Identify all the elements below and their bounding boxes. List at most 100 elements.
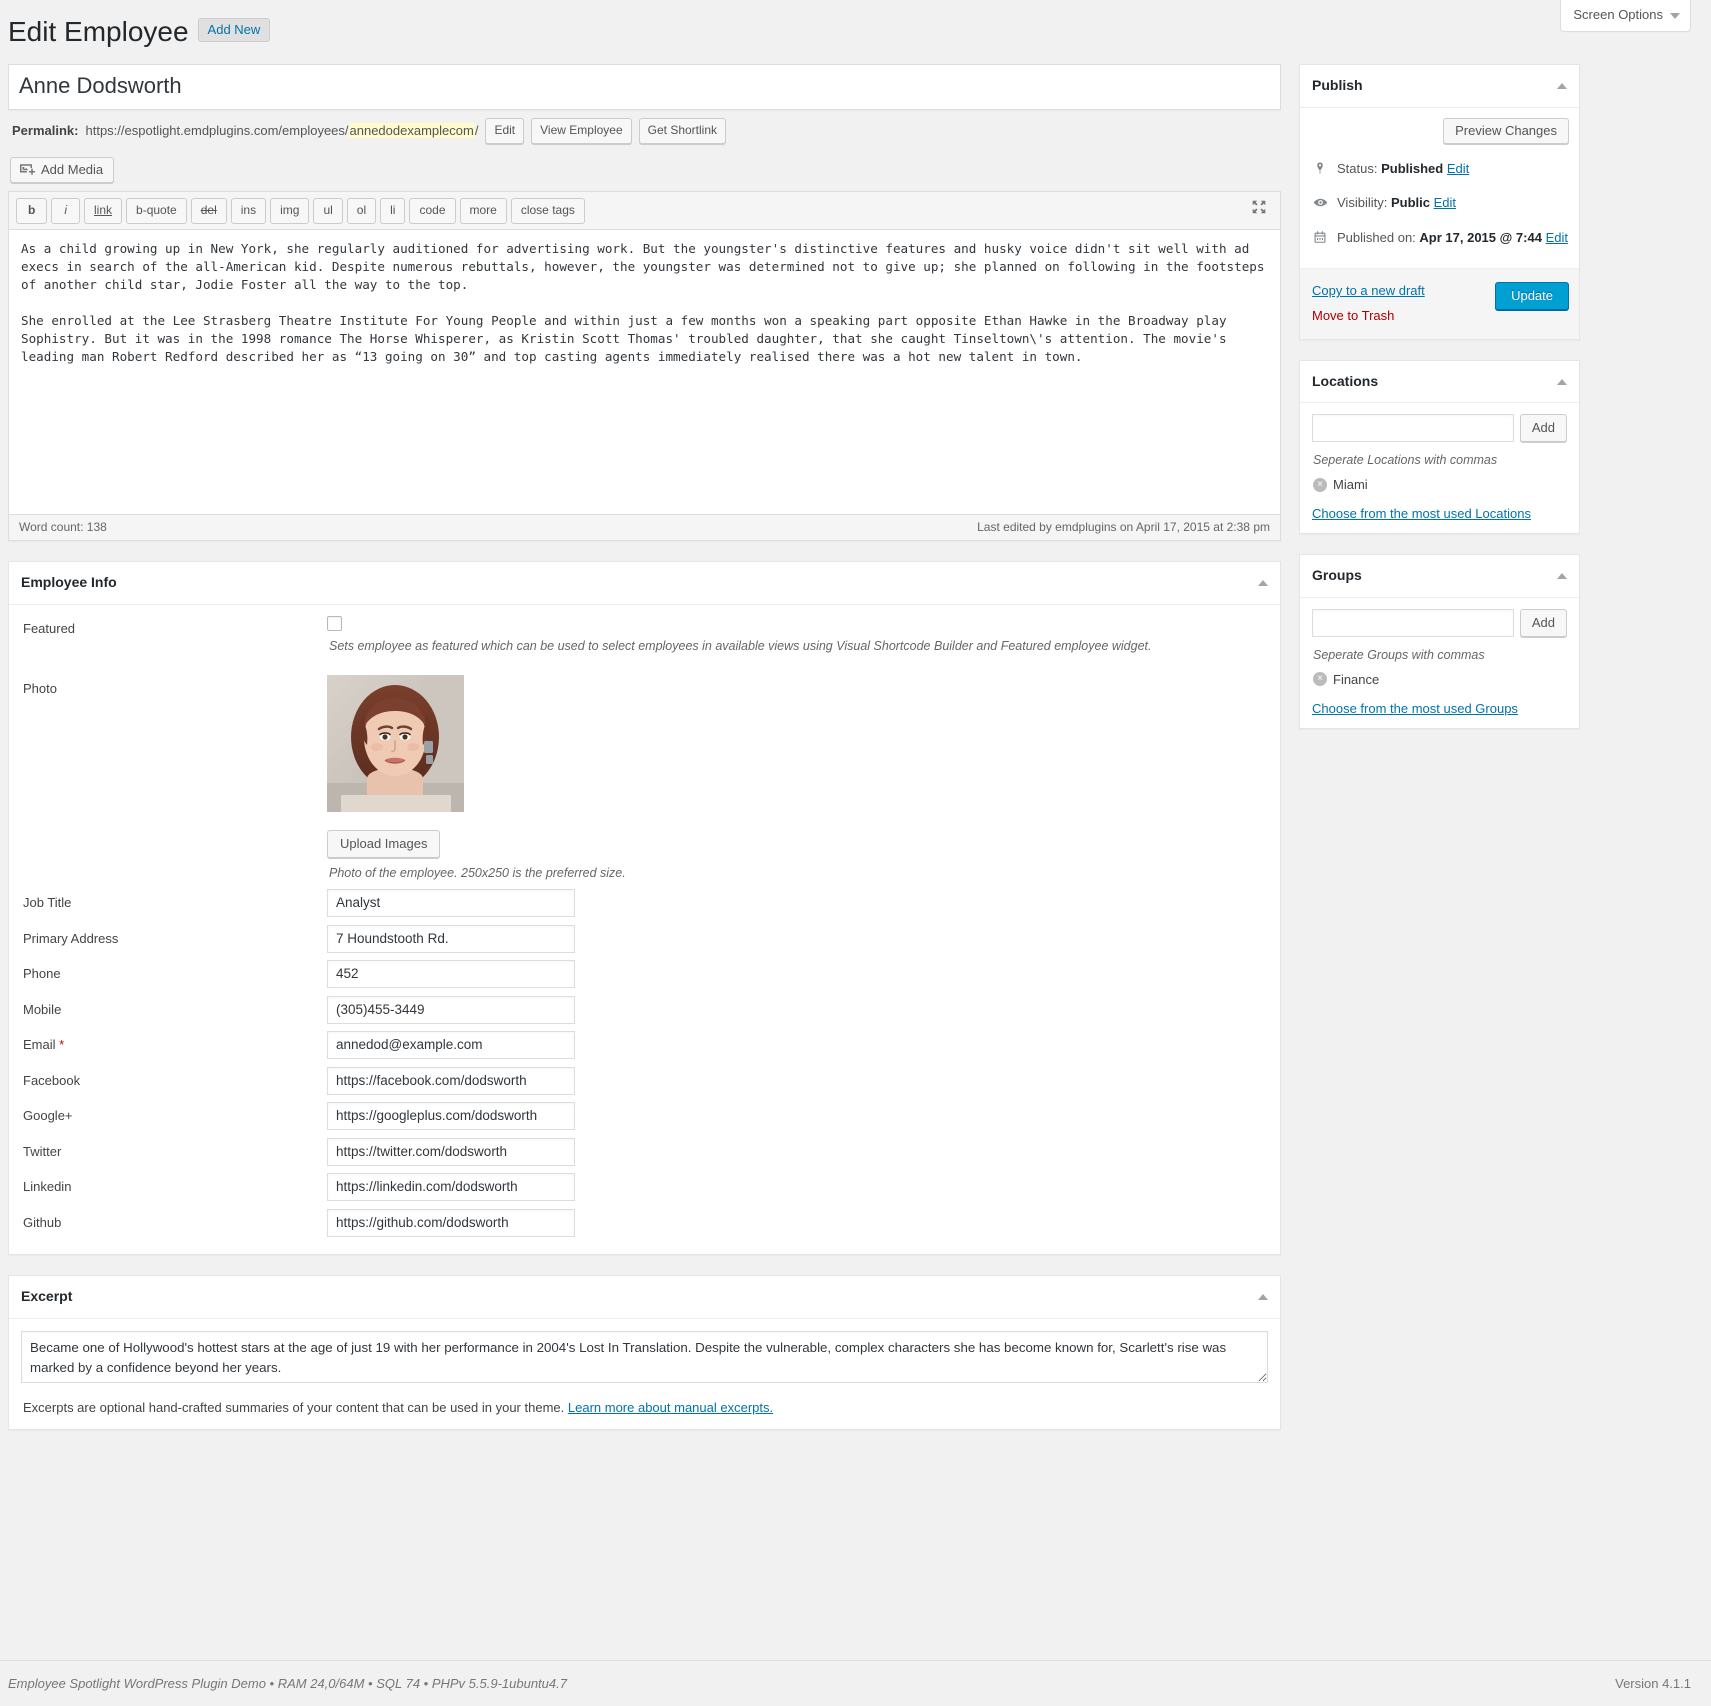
locations-choose-link[interactable]: Choose from the most used Locations <box>1312 504 1531 521</box>
quicktag-ol[interactable]: ol <box>346 198 377 225</box>
employee-info-title: Employee Info <box>21 574 117 591</box>
required-marker: * <box>59 1037 65 1053</box>
photo-label: Photo <box>23 681 57 697</box>
email-field <box>327 1025 1280 1060</box>
groups-input-row: Add <box>1312 608 1567 637</box>
quicktag-del[interactable]: del <box>190 198 227 225</box>
toggle-panel-icon[interactable] <box>1258 579 1268 586</box>
facebook-input[interactable] <box>327 1066 575 1095</box>
permalink-row: Permalink: https://espotlight.emdplugins… <box>8 110 1281 148</box>
job-title-input[interactable] <box>327 889 575 918</box>
permalink-trailing-slash: / <box>474 123 479 139</box>
groups-box: Groups Add Seperate Groups with commas ×… <box>1299 554 1580 729</box>
remove-location-icon[interactable]: × <box>1313 477 1327 492</box>
excerpt-textarea[interactable] <box>21 1330 1268 1383</box>
email-input[interactable] <box>327 1031 575 1060</box>
phone-input[interactable] <box>327 960 575 989</box>
github-label: Github <box>23 1214 62 1230</box>
facebook-field <box>327 1061 1280 1095</box>
google-plus-input[interactable] <box>327 1102 575 1131</box>
locations-input-row: Add <box>1312 414 1567 443</box>
linkedin-input[interactable] <box>327 1173 575 1202</box>
status-value: Published <box>1381 160 1444 176</box>
view-employee-button[interactable]: View Employee <box>531 118 632 145</box>
mobile-input[interactable] <box>327 995 575 1024</box>
editor-content[interactable]: As a child growing up in New York, she r… <box>9 230 1280 514</box>
quicktag-code[interactable]: code <box>409 198 456 225</box>
quicktag-i[interactable]: i <box>51 198 81 225</box>
permalink-slug: annedodexamplecom <box>348 123 475 139</box>
groups-choose-link[interactable]: Choose from the most used Groups <box>1312 699 1518 716</box>
page-header: Edit Employee Add New <box>0 0 1711 64</box>
excerpt-header: Excerpt <box>9 1276 1280 1319</box>
groups-input[interactable] <box>1312 608 1514 637</box>
phone-label: Phone <box>23 966 61 982</box>
toggle-panel-icon[interactable] <box>1258 1294 1268 1301</box>
quicktag-ins[interactable]: ins <box>230 198 267 225</box>
locations-box: Locations Add Seperate Locations with co… <box>1299 359 1580 535</box>
published-value: Apr 17, 2015 @ 7:44 <box>1419 229 1542 245</box>
add-media-icon <box>20 162 35 177</box>
location-chip-label: Miami <box>1333 477 1368 493</box>
quicktag-close-tags[interactable]: close tags <box>510 198 585 225</box>
mobile-field <box>327 990 1280 1024</box>
copy-to-draft-link[interactable]: Copy to a new draft <box>1312 283 1425 298</box>
add-new-button[interactable]: Add New <box>197 18 271 43</box>
locations-add-button[interactable]: Add <box>1519 414 1567 443</box>
editor-paragraph: She enrolled at the Lee Strasberg Theatr… <box>21 313 1235 365</box>
employee-info-form: Featured Sets employee as featured which… <box>9 605 1280 1255</box>
quicktag-link[interactable]: link <box>84 198 123 225</box>
publish-header: Publish <box>1300 65 1579 108</box>
visibility-prefix: Visibility: <box>1337 194 1388 210</box>
toggle-panel-icon[interactable] <box>1557 378 1567 385</box>
quicktag-li[interactable]: li <box>380 198 406 225</box>
visibility-edit-link[interactable]: Edit <box>1434 195 1456 210</box>
get-shortlink-button[interactable]: Get Shortlink <box>638 118 727 145</box>
move-to-trash-link[interactable]: Move to Trash <box>1312 308 1394 323</box>
featured-checkbox[interactable] <box>327 615 342 631</box>
photo-description: Photo of the employee. 250x250 is the pr… <box>329 866 626 881</box>
quicktag-more[interactable]: more <box>459 198 507 225</box>
groups-header: Groups <box>1300 555 1579 598</box>
quicktag-b[interactable]: b <box>16 198 48 225</box>
status-text: Status: Published Edit <box>1337 159 1469 180</box>
group-chip: × Finance <box>1312 670 1567 699</box>
permalink-base: https://espotlight.emdplugins.com/employ… <box>85 123 349 139</box>
update-button[interactable]: Update <box>1495 282 1569 311</box>
groups-body: Add Seperate Groups with commas × Finance… <box>1300 598 1579 728</box>
quicktag-b-quote[interactable]: b-quote <box>126 198 187 225</box>
locations-input[interactable] <box>1312 414 1514 443</box>
email-label: Email * <box>23 1037 65 1053</box>
status-edit-link[interactable]: Edit <box>1447 161 1469 176</box>
form-row-mobile: Mobile <box>9 990 1280 1026</box>
form-row-linkedin: Linkedin <box>9 1167 1280 1203</box>
add-media-button[interactable]: Add Media <box>10 157 115 184</box>
featured-description: Sets employee as featured which can be u… <box>329 638 1152 653</box>
edit-slug-button[interactable]: Edit <box>485 118 525 145</box>
remove-group-icon[interactable]: × <box>1313 672 1327 687</box>
preview-changes-button[interactable]: Preview Changes <box>1443 117 1569 144</box>
toggle-panel-icon[interactable] <box>1557 83 1567 90</box>
quicktag-img[interactable]: img <box>270 198 310 225</box>
post-title-input[interactable] <box>9 65 1280 110</box>
excerpt-help-link[interactable]: Learn more about manual excerpts. <box>568 1400 773 1415</box>
quicktags-toolbar: b i link b-quote del ins img ul ol li code more clos… <box>9 192 1280 231</box>
github-input[interactable] <box>327 1208 575 1237</box>
published-edit-link[interactable]: Edit <box>1546 230 1568 245</box>
primary-address-input[interactable] <box>327 924 575 953</box>
post-body-content: Permalink: https://espotlight.emdplugins… <box>8 64 1281 1499</box>
fullscreen-icon[interactable] <box>1250 198 1270 218</box>
upload-images-button[interactable]: Upload Images <box>327 830 441 859</box>
twitter-input[interactable] <box>327 1137 575 1166</box>
locations-body: Add Seperate Locations with commas × Miam… <box>1300 403 1579 533</box>
screen-options-button[interactable]: Screen Options <box>1560 0 1691 32</box>
form-row-photo: Photo Upload Images Photo of the employe… <box>9 655 1280 883</box>
form-row-email: Email * <box>9 1025 1280 1061</box>
quicktag-ul[interactable]: ul <box>313 198 343 225</box>
toggle-panel-icon[interactable] <box>1557 573 1567 580</box>
primary-address-label: Primary Address <box>23 930 119 946</box>
excerpt-inner: Excerpts are optional hand-crafted summa… <box>9 1319 1280 1429</box>
groups-add-button[interactable]: Add <box>1519 608 1567 637</box>
permalink-url: https://espotlight.emdplugins.com/employ… <box>85 119 478 143</box>
google-plus-label: Google+ <box>23 1108 73 1124</box>
